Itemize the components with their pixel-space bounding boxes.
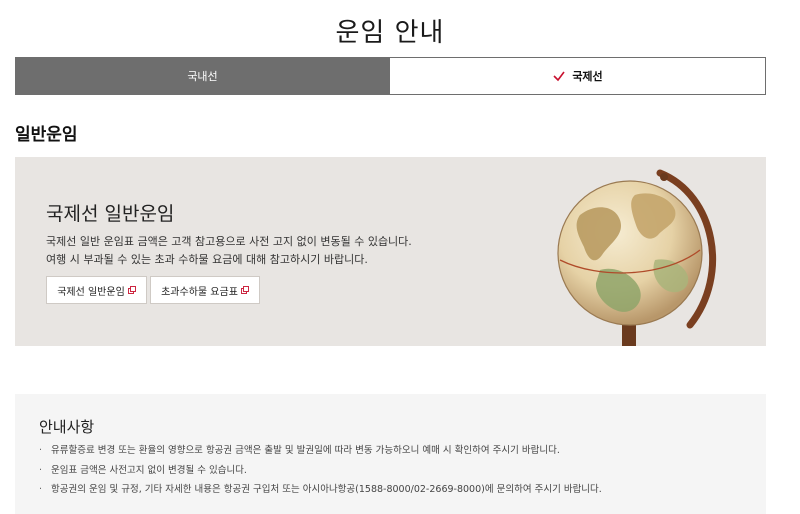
notice-item: · 운임표 금액은 사전고지 없이 변경될 수 있습니다. bbox=[39, 461, 759, 481]
fare-heading: 국제선 일반운임 bbox=[46, 203, 175, 225]
notice-item-text: 유류할증료 변경 또는 환율의 영향으로 항공권 금액은 출발 및 발권일에 따… bbox=[51, 445, 560, 456]
excess-baggage-button-label: 초과수하물 요금표 bbox=[161, 286, 238, 298]
fare-info-box: 국제선 일반운임 국제선 일반 운임표 금액은 고객 참고용으로 사전 고지 없… bbox=[15, 157, 766, 346]
tab-international-label: 국제선 bbox=[572, 70, 603, 83]
notice-item: · 항공권의 운임 및 규정, 기타 자세한 내용은 항공권 구입처 또는 아시아… bbox=[39, 480, 759, 500]
notice-item-text: 운임표 금액은 사전고지 없이 변경될 수 있습니다. bbox=[51, 464, 247, 476]
section-title: 일반운임 bbox=[15, 125, 78, 145]
bullet: · bbox=[39, 445, 43, 456]
tab-international[interactable]: 국제선 bbox=[390, 57, 766, 95]
bullet: · bbox=[39, 464, 43, 476]
notice-list: · 유류할증료 변경 또는 환율의 영향으로 항공권 금액은 출발 및 발권일에 … bbox=[39, 441, 759, 500]
fare-description: 국제선 일반 운임표 금액은 고객 참고용으로 사전 고지 없이 변동될 수 있… bbox=[46, 233, 412, 269]
fare-description-line: 여행 시 부과될 수 있는 초과 수하물 요금에 대해 참고하시기 바랍니다. bbox=[46, 253, 368, 266]
check-icon bbox=[553, 71, 565, 82]
external-link-icon bbox=[240, 286, 249, 294]
fare-description-line: 국제선 일반 운임표 금액은 고객 참고용으로 사전 고지 없이 변동될 수 있… bbox=[46, 235, 412, 248]
notice-item-text: 항공권의 운임 및 규정, 기타 자세한 내용은 항공권 구입처 또는 아시아나… bbox=[51, 484, 602, 495]
international-fare-button[interactable]: 국제선 일반운임 bbox=[46, 276, 147, 304]
page-title: 운임 안내 bbox=[335, 18, 445, 49]
notice-item: · 유류할증료 변경 또는 환율의 영향으로 항공권 금액은 출발 및 발권일에 … bbox=[39, 441, 759, 461]
globe-image bbox=[557, 169, 717, 346]
external-link-icon bbox=[127, 286, 136, 294]
bullet: · bbox=[39, 484, 43, 495]
route-tabs: 국내선 국제선 bbox=[15, 57, 766, 95]
excess-baggage-button[interactable]: 초과수하물 요금표 bbox=[150, 276, 260, 304]
tab-domestic[interactable]: 국내선 bbox=[15, 57, 390, 95]
notice-title: 안내사항 bbox=[39, 418, 95, 436]
notice-box: 안내사항 · 유류할증료 변경 또는 환율의 영향으로 항공권 금액은 출발 및 … bbox=[15, 394, 766, 514]
tab-domestic-label: 국내선 bbox=[187, 70, 218, 83]
international-fare-button-label: 국제선 일반운임 bbox=[57, 286, 125, 298]
